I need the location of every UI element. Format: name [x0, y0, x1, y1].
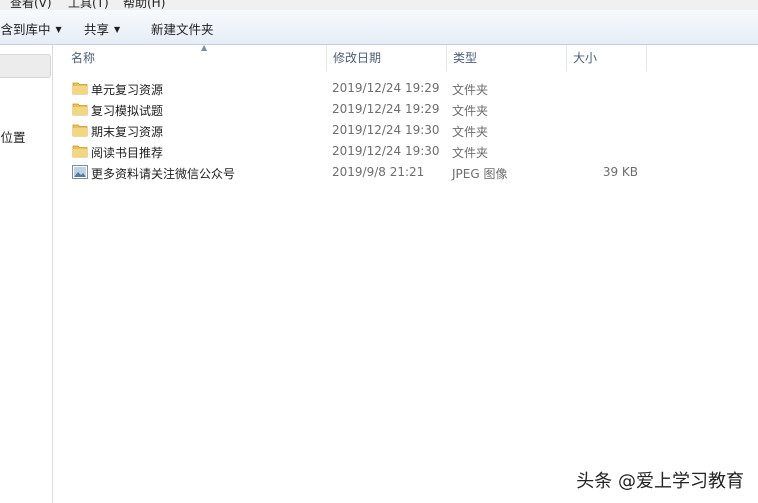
file-date: 2019/12/24 19:29: [332, 81, 440, 95]
chevron-down-icon: ▼: [114, 25, 121, 34]
nav-item-selected[interactable]: [0, 54, 51, 78]
file-date: 2019/12/24 19:30: [332, 123, 440, 137]
folder-icon: [72, 124, 88, 137]
folder-icon: [72, 145, 88, 158]
file-name: 更多资料请关注微信公众号: [91, 167, 236, 181]
sort-ascending-icon: ▲: [201, 43, 208, 52]
menu-view[interactable]: 查看(V): [10, 0, 52, 10]
nav-item-locations[interactable]: 的位置: [0, 127, 26, 146]
menu-bar: 查看(V) 工具(T) 帮助(H): [0, 0, 758, 10]
file-type: 文件夹: [452, 125, 489, 139]
file-type: 文件夹: [452, 146, 489, 160]
share-button[interactable]: 共享 ▼: [84, 19, 120, 38]
toolbar: 包含到库中▼ 共享▼ 新建文件夹: [0, 10, 758, 45]
add-to-library-label: 包含到库中: [0, 22, 51, 37]
folder-icon: [72, 103, 88, 116]
column-size[interactable]: 大小: [567, 45, 647, 71]
file-date: 2019/9/8 21:21: [332, 165, 425, 179]
image-file-icon: [72, 165, 88, 179]
column-type[interactable]: 类型: [447, 45, 567, 71]
chevron-down-icon: ▼: [55, 25, 62, 34]
column-name-label: 名称: [71, 51, 96, 65]
add-to-library-button[interactable]: 包含到库中 ▼: [0, 19, 62, 38]
column-size-label: 大小: [573, 51, 598, 65]
column-header: 名称 ▲ 修改日期 类型 大小: [53, 43, 758, 71]
file-name: 复习模拟试题: [91, 104, 164, 118]
file-row[interactable]: 阅读书目推荐 2019/12/24 19:30 文件夹: [53, 141, 758, 162]
file-row[interactable]: 复习模拟试题 2019/12/24 19:29 文件夹: [53, 99, 758, 120]
file-type: 文件夹: [452, 104, 489, 118]
column-date-label: 修改日期: [333, 51, 382, 65]
column-date[interactable]: 修改日期: [327, 45, 447, 71]
file-date: 2019/12/24 19:30: [332, 144, 440, 158]
file-type: 文件夹: [452, 83, 489, 97]
column-type-label: 类型: [453, 51, 478, 65]
menu-help[interactable]: 帮助(H): [123, 0, 165, 10]
file-size: 39 KB: [602, 165, 638, 179]
folder-icon: [72, 82, 88, 95]
file-row[interactable]: 更多资料请关注微信公众号 2019/9/8 21:21 JPEG 图像 39 K…: [53, 162, 758, 183]
file-name: 期末复习资源: [91, 125, 164, 139]
share-label: 共享: [84, 22, 110, 37]
file-row[interactable]: 单元复习资源 2019/12/24 19:29 文件夹: [53, 78, 758, 99]
watermark: 头条 @爱上学习教育: [576, 471, 744, 492]
file-name: 阅读书目推荐: [91, 146, 164, 160]
file-type: JPEG 图像: [452, 167, 508, 181]
navigation-pane: 的位置: [0, 45, 53, 503]
file-name: 单元复习资源: [91, 83, 164, 97]
column-name[interactable]: 名称 ▲: [65, 43, 327, 71]
menu-tools[interactable]: 工具(T): [68, 0, 109, 10]
file-row[interactable]: 期末复习资源 2019/12/24 19:30 文件夹: [53, 120, 758, 141]
file-date: 2019/12/24 19:29: [332, 102, 440, 116]
